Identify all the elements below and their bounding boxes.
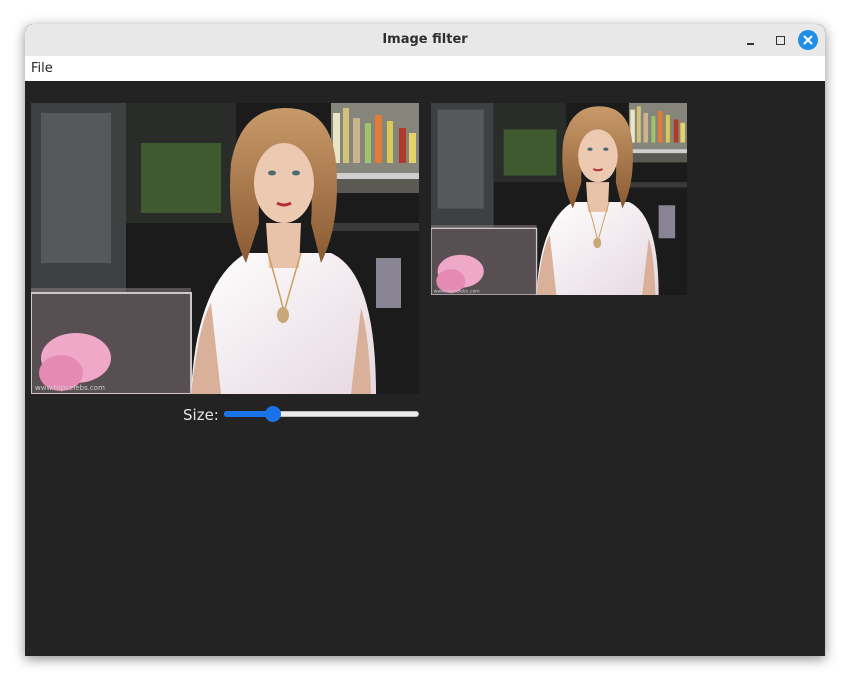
app-window: Image filter File www.topcelebs.com www.… [25,24,825,656]
window-title: Image filter [382,32,468,47]
filtered-image: www.topcelebs.com [431,103,687,295]
title-bar[interactable]: Image filter [25,24,825,56]
watermark-right: www.topcelebs.com [434,288,481,294]
menu-bar: File [25,56,825,81]
menu-file[interactable]: File [31,61,53,76]
slider-thumb[interactable] [265,406,282,422]
original-image: www.topcelebs.com [31,103,419,394]
size-slider[interactable] [224,406,419,422]
close-icon[interactable] [798,30,818,50]
maximize-icon[interactable] [770,30,790,50]
minimize-icon[interactable] [741,30,761,50]
watermark-left: www.topcelebs.com [35,384,105,392]
size-label: Size: [183,406,219,424]
